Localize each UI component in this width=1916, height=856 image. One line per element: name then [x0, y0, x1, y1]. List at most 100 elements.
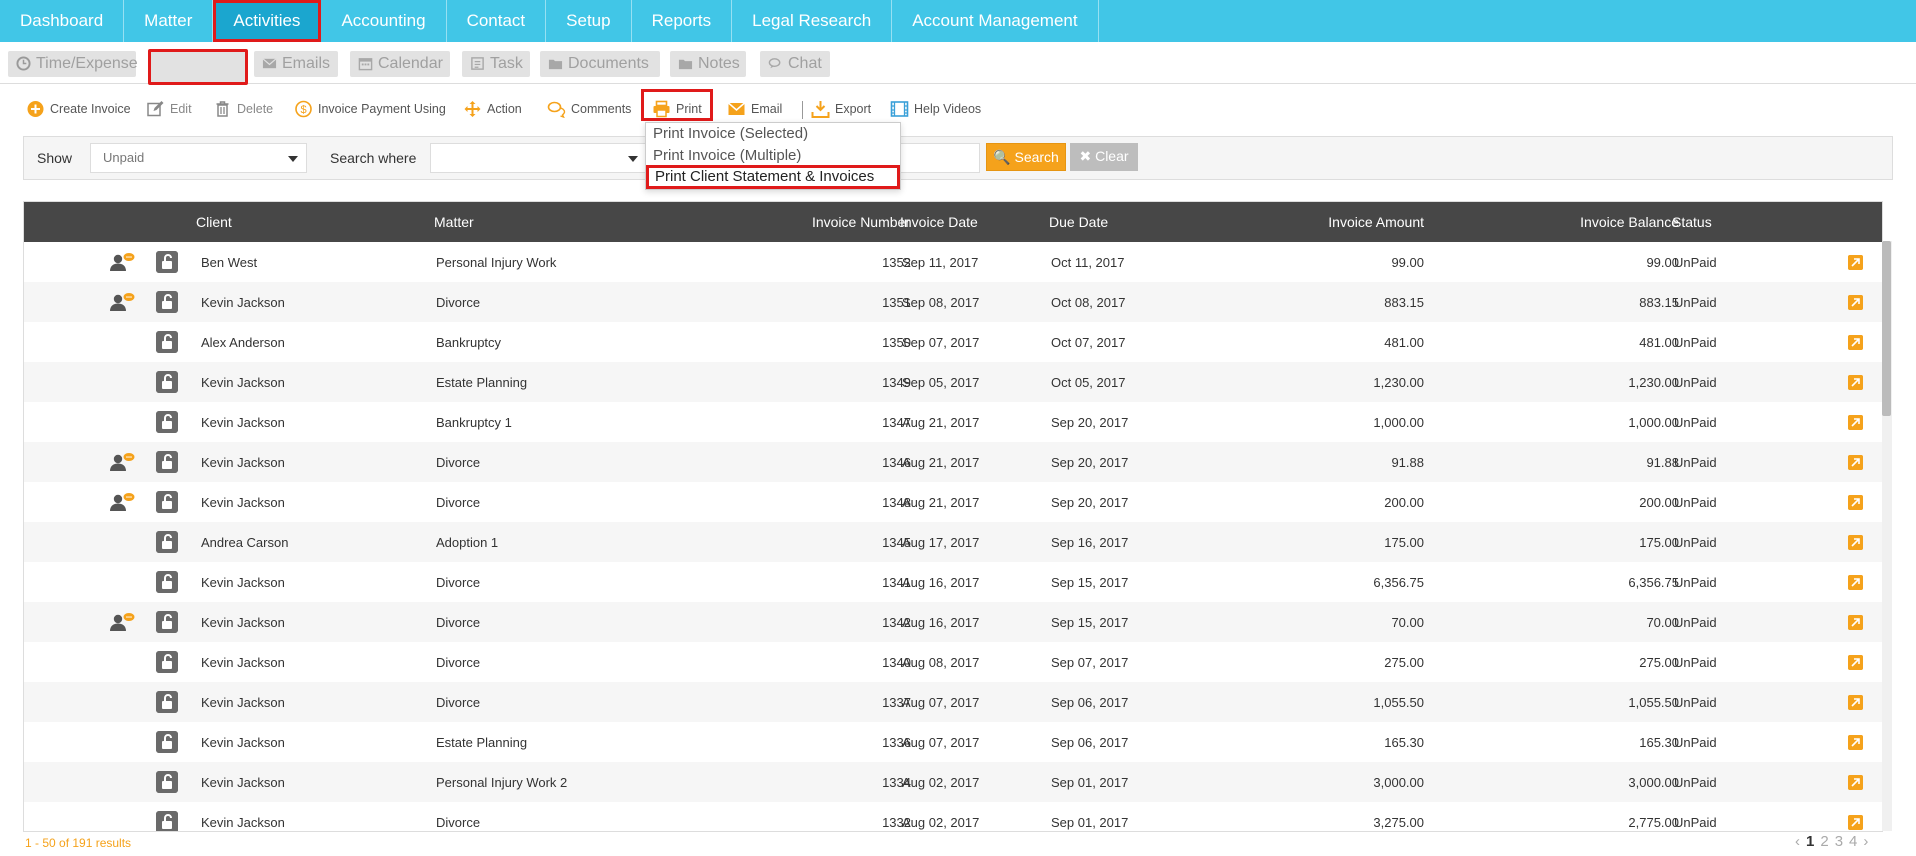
column-header-invoice-balance[interactable]: Invoice Balance	[1444, 214, 1679, 230]
table-row[interactable]: Kevin Jackson Divorce 1346 Aug 21, 2017 Sep …	[24, 442, 1882, 482]
nav-setup[interactable]: Setup	[546, 0, 632, 42]
table-row[interactable]: Kevin Jackson Divorce 1351 Sep 08, 2017 Oct …	[24, 282, 1882, 322]
tab-invoices[interactable]: Invoices	[152, 51, 244, 77]
comments-button[interactable]: Comments	[547, 98, 631, 120]
column-header-invoice-number[interactable]: Invoice Number	[764, 214, 910, 230]
table-row[interactable]: Kevin Jackson Personal Injury Work 2 1334 A…	[24, 762, 1882, 802]
help-videos-button[interactable]: Help Videos	[890, 98, 981, 120]
table-row[interactable]: Kevin Jackson Divorce 1341 Aug 16, 2017 Sep …	[24, 562, 1882, 602]
user-comment-icon[interactable]	[109, 452, 135, 472]
user-comment-icon[interactable]	[109, 252, 135, 272]
unlock-icon[interactable]	[156, 411, 178, 433]
page-link[interactable]: 2	[1820, 833, 1828, 850]
search-button[interactable]: 🔍 Search	[986, 143, 1066, 171]
tab-chat[interactable]: Chat	[760, 51, 830, 77]
invoice-payment-button[interactable]: $ Invoice Payment Using	[294, 98, 446, 120]
unlock-icon[interactable]	[156, 811, 178, 832]
column-header-due-date[interactable]: Due Date	[1049, 214, 1108, 230]
table-scrollbar[interactable]	[1882, 241, 1892, 831]
table-row[interactable]: Kevin Jackson Estate Planning 1336 Aug 07, …	[24, 722, 1882, 762]
unlock-icon[interactable]	[156, 651, 178, 673]
page-link[interactable]: 4	[1849, 833, 1857, 850]
scroll-thumb[interactable]	[1882, 241, 1891, 416]
nav-legal-research[interactable]: Legal Research	[732, 0, 893, 42]
table-row[interactable]: Kevin Jackson Divorce 1337 Aug 07, 2017 Sep …	[24, 682, 1882, 722]
external-link-icon[interactable]	[1848, 495, 1863, 510]
unlock-icon[interactable]	[156, 531, 178, 553]
table-row[interactable]: Kevin Jackson Divorce 1340 Aug 08, 2017 Sep …	[24, 642, 1882, 682]
column-header-invoice-amount[interactable]: Invoice Amount	[1224, 214, 1424, 230]
table-row[interactable]: Kevin Jackson Divorce 1348 Aug 21, 2017 Sep …	[24, 482, 1882, 522]
external-link-icon[interactable]	[1848, 375, 1863, 390]
external-link-icon[interactable]	[1848, 455, 1863, 470]
create-invoice-button[interactable]: Create Invoice	[26, 98, 131, 120]
table-row[interactable]: Kevin Jackson Divorce 1342 Aug 16, 2017 Sep …	[24, 602, 1882, 642]
external-link-icon[interactable]	[1848, 655, 1863, 670]
column-header-matter[interactable]: Matter	[434, 214, 474, 230]
table-row[interactable]: Ben West Personal Injury Work 1352 Sep 11, …	[24, 242, 1882, 282]
table-row[interactable]: Kevin Jackson Estate Planning 1349 Sep 05, …	[24, 362, 1882, 402]
edit-button[interactable]: Edit	[146, 98, 192, 120]
export-button[interactable]: Export	[811, 98, 871, 120]
unlock-icon[interactable]	[156, 731, 178, 753]
unlock-icon[interactable]	[156, 451, 178, 473]
user-comment-icon[interactable]	[109, 492, 135, 512]
tab-time-expense[interactable]: Time/Expense	[8, 51, 138, 77]
next-page-button[interactable]: ›	[1863, 833, 1868, 850]
page-link[interactable]: 3	[1835, 833, 1843, 850]
unlock-icon[interactable]	[156, 371, 178, 393]
column-header-invoice-date[interactable]: Invoice Date	[900, 214, 978, 230]
nav-dashboard[interactable]: Dashboard	[0, 0, 125, 42]
tab-notes[interactable]: Notes	[670, 51, 746, 77]
external-link-icon[interactable]	[1848, 735, 1863, 750]
print-button[interactable]: Print	[652, 98, 702, 120]
external-link-icon[interactable]	[1848, 535, 1863, 550]
unlock-icon[interactable]	[156, 291, 178, 313]
nav-activities[interactable]: Activities	[213, 0, 322, 42]
unlock-icon[interactable]	[156, 771, 178, 793]
nav-account-management[interactable]: Account Management	[892, 0, 1099, 42]
page-link[interactable]: 1	[1806, 833, 1814, 850]
tab-documents[interactable]: Documents	[540, 51, 660, 77]
external-link-icon[interactable]	[1848, 415, 1863, 430]
external-link-icon[interactable]	[1848, 695, 1863, 710]
unlock-icon[interactable]	[156, 251, 178, 273]
user-comment-icon[interactable]	[109, 292, 135, 312]
column-header-client[interactable]: Client	[196, 214, 232, 230]
table-row[interactable]: Kevin Jackson Bankruptcy 1 1347 Aug 21, 201…	[24, 402, 1882, 442]
external-link-icon[interactable]	[1848, 815, 1863, 830]
unlock-icon[interactable]	[156, 691, 178, 713]
unlock-icon[interactable]	[156, 331, 178, 353]
action-button[interactable]: Action	[463, 98, 522, 120]
tab-task[interactable]: Task	[462, 51, 530, 77]
table-row[interactable]: Kevin Jackson Divorce 1332 Aug 02, 2017 Sep …	[24, 802, 1882, 832]
user-comment-icon[interactable]	[109, 612, 135, 632]
table-row[interactable]: Andrea Carson Adoption 1 1345 Aug 17, 2017 S…	[24, 522, 1882, 562]
external-link-icon[interactable]	[1848, 615, 1863, 630]
external-link-icon[interactable]	[1848, 575, 1863, 590]
external-link-icon[interactable]	[1848, 295, 1863, 310]
unlock-icon[interactable]	[156, 611, 178, 633]
tab-emails[interactable]: Emails	[254, 51, 338, 77]
menu-item-print-client-statement[interactable]: Print Client Statement & Invoices	[646, 165, 900, 189]
search-where-select[interactable]	[430, 143, 647, 173]
unlock-icon[interactable]	[156, 571, 178, 593]
clear-button[interactable]: ✖ Clear	[1070, 143, 1138, 171]
delete-button[interactable]: Delete	[213, 98, 273, 120]
external-link-icon[interactable]	[1848, 335, 1863, 350]
menu-item-print-invoice-multiple[interactable]: Print Invoice (Multiple)	[653, 147, 801, 164]
unlock-icon[interactable]	[156, 491, 178, 513]
menu-item-print-invoice-selected[interactable]: Print Invoice (Selected)	[653, 125, 808, 142]
external-link-icon[interactable]	[1848, 255, 1863, 270]
tab-calendar[interactable]: Calendar	[350, 51, 450, 77]
prev-page-button[interactable]: ‹	[1795, 833, 1800, 850]
show-select[interactable]: Unpaid	[90, 143, 307, 173]
external-link-icon[interactable]	[1848, 775, 1863, 790]
table-row[interactable]: Alex Anderson Bankruptcy 1350 Sep 07, 2017 O…	[24, 322, 1882, 362]
nav-reports[interactable]: Reports	[632, 0, 733, 42]
nav-matter[interactable]: Matter	[124, 0, 214, 42]
email-button[interactable]: Email	[727, 98, 782, 120]
nav-contact[interactable]: Contact	[447, 0, 547, 42]
column-header-status[interactable]: Status	[1672, 214, 1712, 230]
nav-accounting[interactable]: Accounting	[321, 0, 447, 42]
